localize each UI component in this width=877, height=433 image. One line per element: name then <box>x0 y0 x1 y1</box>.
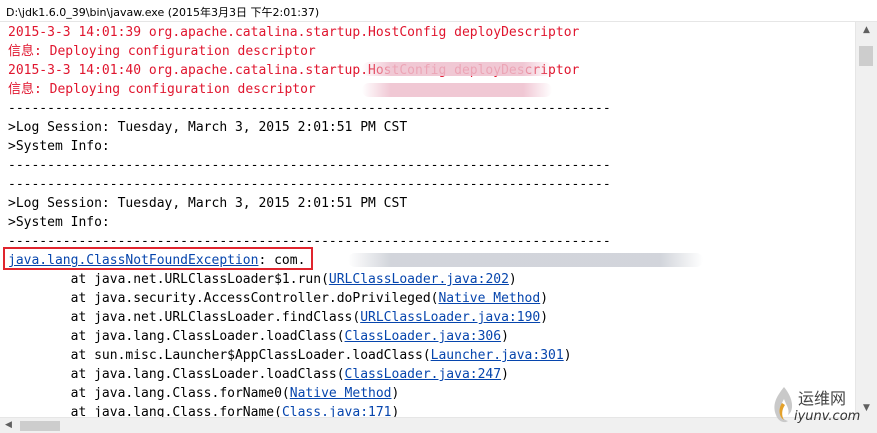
console-output[interactable]: 2015-3-3 14:01:39 org.apache.catalina.st… <box>0 22 855 417</box>
stack-frame-text: at java.lang.ClassLoader.loadClass( <box>8 367 345 382</box>
stack-frame-suffix: ) <box>540 291 549 306</box>
redacted-path <box>362 83 552 97</box>
triangle-left-icon[interactable]: ◀ <box>0 418 17 433</box>
window-title: D:\jdk1.6.0_39\bin\javaw.exe (2015年3月3日 … <box>6 6 320 19</box>
flame-logo-icon <box>774 387 793 423</box>
stack-frame-suffix: ) <box>540 310 549 325</box>
stack-frame: at java.lang.Class.forName(Class.java:17… <box>8 403 400 417</box>
stack-frame: at java.lang.ClassLoader.loadClass(Class… <box>8 327 509 346</box>
triangle-up-icon[interactable]: ▲ <box>856 22 877 39</box>
source-link[interactable]: Class.java:171 <box>282 405 392 417</box>
separator-line: ----------------------------------------… <box>8 101 611 116</box>
site-watermark: 运维网 iyunv.com <box>770 383 870 429</box>
stack-frame-text: at java.lang.Class.forName( <box>8 405 282 417</box>
stack-frame-text: at java.lang.ClassLoader.loadClass( <box>8 329 345 344</box>
watermark-text-top: 运维网 <box>798 389 847 408</box>
source-link[interactable]: Native Method <box>290 386 392 401</box>
stack-frame: at java.net.URLClassLoader.findClass(URL… <box>8 308 548 327</box>
redacted-path <box>362 62 552 76</box>
stack-frame-text: at java.net.URLClassLoader$1.run( <box>8 272 329 287</box>
console-line: 信息: Deploying configuration descriptor <box>8 82 316 97</box>
title-bar: D:\jdk1.6.0_39\bin\javaw.exe (2015年3月3日 … <box>0 0 877 22</box>
stack-frame-suffix: ) <box>501 367 509 382</box>
stack-frame-suffix: ) <box>501 329 509 344</box>
console-line: >System Info: <box>8 139 110 154</box>
console-line: >Log Session: Tuesday, March 3, 2015 2:0… <box>8 196 408 211</box>
stack-frame-suffix: ) <box>508 272 517 287</box>
watermark-text-bottom: iyunv.com <box>794 409 861 424</box>
source-link[interactable]: ClassLoader.java:247 <box>345 367 502 382</box>
source-link[interactable]: Launcher.java:301 <box>431 348 564 363</box>
redacted-class-name <box>348 253 703 267</box>
horizontal-scrollbar[interactable]: ◀ <box>0 417 855 433</box>
exception-highlight-box <box>3 247 313 270</box>
stack-frame: at java.security.AccessController.doPriv… <box>8 289 548 308</box>
stack-frame-suffix: ) <box>391 405 400 417</box>
source-link[interactable]: URLClassLoader.java:202 <box>329 272 509 287</box>
source-link[interactable]: URLClassLoader.java:190 <box>360 310 540 325</box>
separator-line: ----------------------------------------… <box>8 177 611 192</box>
stack-frame: at sun.misc.Launcher$AppClassLoader.load… <box>8 346 572 365</box>
source-link[interactable]: ClassLoader.java:306 <box>345 329 502 344</box>
stack-frame-suffix: ) <box>563 348 572 363</box>
vertical-scroll-thumb[interactable] <box>859 46 873 66</box>
horizontal-scroll-thumb[interactable] <box>20 421 60 431</box>
stack-frame-suffix: ) <box>391 386 400 401</box>
source-link[interactable]: Native Method <box>438 291 540 306</box>
stack-frame: at java.net.URLClassLoader$1.run(URLClas… <box>8 270 517 289</box>
stack-frame-text: at sun.misc.Launcher$AppClassLoader.load… <box>8 348 431 363</box>
console-line: >Log Session: Tuesday, March 3, 2015 2:0… <box>8 120 408 135</box>
vertical-scrollbar[interactable]: ▲ ▼ <box>855 22 877 417</box>
console-line: 2015-3-3 14:01:39 org.apache.catalina.st… <box>8 25 580 40</box>
stack-frame-text: at java.security.AccessController.doPriv… <box>8 291 439 306</box>
stack-frame-text: at java.net.URLClassLoader.findClass( <box>8 310 361 325</box>
stack-frame: at java.lang.ClassLoader.loadClass(Class… <box>8 365 509 384</box>
console-line: 信息: Deploying configuration descriptor <box>8 44 316 59</box>
stack-frame: at java.lang.Class.forName0(Native Metho… <box>8 384 400 403</box>
stack-frame-text: at java.lang.Class.forName0( <box>8 386 290 401</box>
console-line: >System Info: <box>8 215 110 230</box>
separator-line: ----------------------------------------… <box>8 158 611 173</box>
